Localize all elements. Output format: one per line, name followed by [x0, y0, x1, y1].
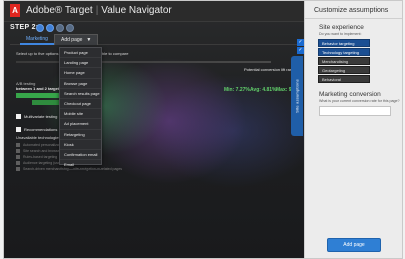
app-frame: A Adobe® Target | Value Navigator STEP 2: …	[3, 0, 403, 259]
option-multivariate[interactable]: Multivariate testing	[16, 114, 57, 120]
step-label: STEP 2:	[10, 24, 39, 31]
dropdown-item[interactable]: Retargeting	[60, 130, 101, 140]
dropdown-item[interactable]: Ad placement	[60, 119, 101, 130]
option-recommendations[interactable]: Recommendations	[16, 127, 57, 133]
dropdown-item[interactable]: Home page	[60, 68, 101, 79]
site-experience-sub: Do you want to implement:	[319, 32, 362, 36]
site-assumptions-tab[interactable]: Site assumptions	[291, 56, 303, 136]
product-name: Adobe® Target	[26, 5, 93, 16]
checkbox[interactable]	[16, 114, 21, 120]
app-title: Adobe® Target | Value Navigator	[26, 5, 172, 16]
disabled-option: Rules-based targeting	[16, 155, 57, 160]
assumption-checks: ✓ ✓	[297, 39, 304, 55]
dropdown-item[interactable]: Mobile site	[60, 109, 101, 120]
adobe-logo-icon: A	[10, 4, 20, 17]
option-behavioral[interactable]: Behavioral	[318, 75, 370, 83]
option-merchandising[interactable]: Merchandising	[318, 57, 370, 65]
dropdown-item[interactable]: Email	[60, 160, 101, 171]
option-technology-targeting[interactable]: Technology targeting	[318, 48, 370, 56]
stat-avg: Avg: 4.81%	[250, 87, 277, 93]
option-geotargeting[interactable]: Geotargeting	[318, 66, 370, 74]
site-experience-options: Behavior targeting Technology targeting …	[318, 39, 370, 84]
step-indicator	[36, 24, 74, 32]
divider	[16, 61, 271, 63]
dropdown-item[interactable]: Product page	[60, 48, 101, 59]
top-bar: A Adobe® Target | Value Navigator	[4, 1, 304, 22]
conversion-rate-input[interactable]	[319, 106, 391, 116]
step-dot[interactable]	[56, 24, 64, 32]
main-canvas: A Adobe® Target | Value Navigator STEP 2: …	[4, 1, 304, 258]
check-icon: ✓	[297, 39, 304, 46]
checkbox[interactable]	[16, 127, 21, 133]
step-dot[interactable]	[46, 24, 54, 32]
tab-marketing[interactable]: Marketing	[20, 34, 54, 45]
option-behavior-targeting[interactable]: Behavior targeting	[318, 39, 370, 47]
step-dot[interactable]	[66, 24, 74, 32]
step-dot[interactable]	[36, 24, 44, 32]
dropdown-item[interactable]: Checkout page	[60, 99, 101, 110]
marketing-conversion-sub: What is your current conversion rate for…	[319, 99, 400, 103]
dropdown-item[interactable]: Browse page	[60, 79, 101, 89]
dropdown-item[interactable]: Confirmation email	[60, 150, 101, 161]
chevron-down-icon: ▼	[86, 37, 92, 43]
add-page-dropdown: Product page Landing page Home page Brow…	[59, 47, 102, 171]
add-page-button[interactable]: Add page	[327, 238, 381, 252]
tab-add-page-label: Add page	[61, 37, 83, 43]
site-assumptions-label: Site assumptions	[294, 79, 300, 113]
customize-panel: Customize assumptions Site experience Do…	[304, 1, 402, 258]
site-experience-title: Site experience	[319, 24, 364, 31]
metric-sub: between 1 and 2 targeted	[16, 86, 64, 91]
tab-bar: Marketing Add page ▼	[10, 34, 300, 45]
panel-title: Customize assumptions	[314, 7, 389, 14]
dropdown-item[interactable]: Kiosk	[60, 140, 101, 150]
stat-min: Min: 7.27%	[224, 87, 250, 93]
tab-add-page[interactable]: Add page ▼	[54, 34, 99, 45]
compare-hint: ble to compare	[102, 51, 129, 56]
selection-hint: Select up to five options	[16, 51, 59, 56]
title-separator: |	[95, 5, 99, 16]
check-icon: ✓	[297, 47, 304, 54]
marketing-conversion-title: Marketing conversion	[319, 91, 381, 98]
tool-name: Value Navigator	[101, 5, 172, 16]
dropdown-item[interactable]: Search results page	[60, 89, 101, 99]
range-label: Potential conversion lift range	[244, 67, 297, 72]
dropdown-item[interactable]: Landing page	[60, 58, 101, 69]
divider	[305, 18, 402, 19]
section-heading: Unavailable technologies	[16, 135, 61, 140]
